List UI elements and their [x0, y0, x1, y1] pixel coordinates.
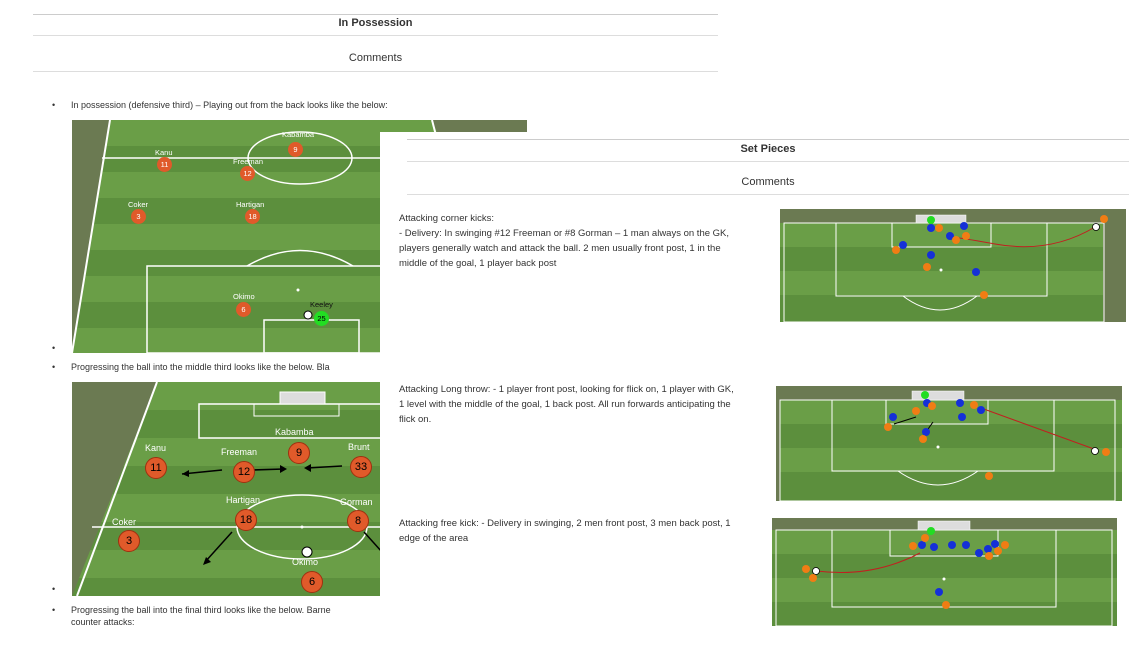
bullet-text: Progressing the ball into the middle thi…: [71, 362, 330, 372]
bullet-dot: •: [52, 362, 56, 372]
player-label: Kabamba: [282, 130, 315, 139]
divider: [407, 161, 1129, 162]
player-label: Kabamba: [275, 427, 314, 437]
pitch-diagram-middle: [72, 382, 382, 596]
player-token: 11: [145, 457, 167, 479]
pitch-diagram-free-kick: [772, 518, 1117, 626]
player-label: Hartigan: [236, 200, 265, 209]
bullet-dot: •: [52, 605, 56, 615]
divider: [33, 14, 718, 15]
player-label: Coker: [128, 200, 149, 209]
comments-title: Comments: [348, 52, 403, 64]
player-token: 9: [288, 142, 303, 157]
ball-icon: [1092, 223, 1100, 231]
player-label: Gorman: [340, 497, 373, 507]
free-kick-text: Attacking free kick: - Delivery in swing…: [399, 518, 731, 544]
player-label: Kanu: [145, 443, 167, 453]
divider: [407, 139, 1129, 140]
player-token: 18: [245, 209, 260, 224]
player-label: Keeley: [310, 300, 333, 309]
corner-kick-text: Attacking corner kicks: - Delivery: In s…: [399, 213, 730, 269]
keeper-token: 25: [314, 311, 329, 326]
ball-icon: [301, 546, 313, 558]
bullet-text: counter attacks:: [71, 617, 135, 627]
player-label: Coker: [112, 517, 137, 527]
bullet-text: In possession (defensive third) – Playin…: [71, 100, 388, 110]
player-label: Brunt: [348, 442, 370, 452]
player-token: 12: [233, 461, 255, 483]
divider: [407, 194, 1129, 195]
ball-icon: [1091, 447, 1099, 455]
player-token: 3: [131, 209, 146, 224]
player-token: 6: [236, 302, 251, 317]
player-token: 12: [240, 166, 255, 181]
bullet-dot: •: [52, 584, 56, 594]
bullet-text: Progressing the ball into the final thir…: [71, 605, 331, 615]
section-title: In Possession: [338, 17, 413, 29]
player-label: Okimo: [233, 292, 255, 301]
comments-title: Comments: [741, 176, 795, 188]
divider: [33, 35, 718, 36]
player-token: 3: [118, 530, 140, 552]
player-token: 8: [347, 510, 369, 532]
player-token: 9: [288, 442, 310, 464]
pitch-diagram-corner: [780, 209, 1126, 322]
player-label: Freeman: [221, 447, 258, 457]
player-label: Freeman: [233, 157, 264, 166]
bullet-dot: •: [52, 100, 56, 110]
ball-icon: [303, 310, 313, 320]
player-token: 33: [350, 456, 372, 478]
long-throw-text: Attacking Long throw: - 1 player front p…: [399, 384, 734, 425]
ball-icon: [812, 567, 820, 575]
player-label: Okimo: [292, 557, 319, 567]
player-token: 18: [235, 509, 257, 531]
section-title: Set Pieces: [740, 143, 796, 155]
player-label: Hartigan: [226, 495, 261, 505]
divider: [33, 71, 718, 72]
player-token: 11: [157, 157, 172, 172]
player-label: Kanu: [155, 148, 173, 157]
player-token: 6: [301, 571, 323, 593]
pitch-diagram-long-throw: [776, 386, 1122, 501]
bullet-dot: •: [52, 343, 56, 353]
